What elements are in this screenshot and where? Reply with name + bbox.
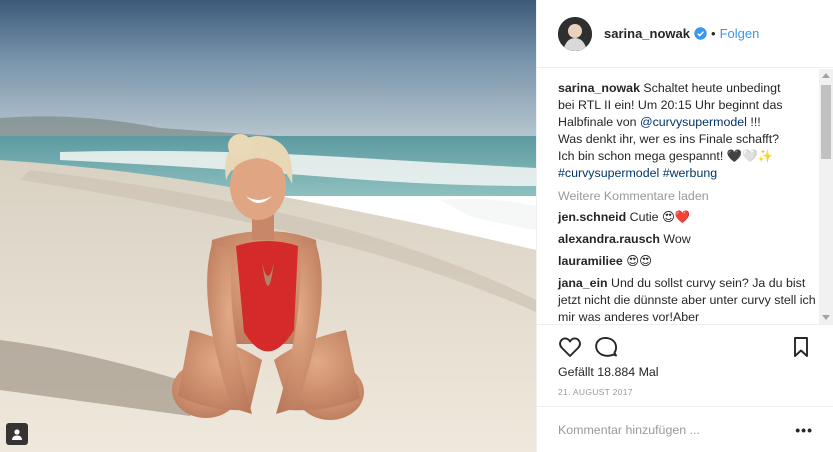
more-options-icon[interactable]: •••: [795, 422, 813, 438]
verified-badge-icon: [694, 27, 707, 40]
comment-item: jana_ein Und du sollst curvy sein? Ja du…: [558, 275, 817, 324]
like-count[interactable]: Gefällt 18.884 Mal: [558, 365, 813, 379]
mention-link[interactable]: @curvysupermodel: [640, 115, 747, 129]
comment-text: 😍😍: [626, 254, 653, 268]
scroll-down-arrow-icon[interactable]: [822, 315, 830, 320]
author-username[interactable]: sarina_nowak: [604, 26, 690, 41]
comment-item: jen.schneid Cutie 😍❤️: [558, 209, 817, 226]
post-header: sarina_nowak • Folgen: [537, 0, 833, 68]
caption-text-3: Halbfinale von: [558, 115, 637, 129]
comment-text: Cutie 😍❤️: [629, 210, 691, 224]
avatar[interactable]: [558, 16, 592, 51]
comment-username[interactable]: jen.schneid: [558, 210, 626, 224]
caption-text-2: bei RTL II ein! Um 20:15 Uhr beginnt das: [558, 98, 783, 112]
heart-icon[interactable]: [558, 335, 582, 359]
post-sidebar: sarina_nowak • Folgen sarina_nowak Schal…: [536, 0, 833, 452]
hashtag-link[interactable]: #curvysupermodel: [558, 166, 659, 180]
follow-separator: •: [711, 26, 716, 41]
caption-author[interactable]: sarina_nowak: [558, 81, 640, 95]
user-tag-icon[interactable]: [6, 423, 28, 445]
hashtag-link[interactable]: #werbung: [663, 166, 717, 180]
post-actions: Gefällt 18.884 Mal 21. AUGUST 2017: [537, 324, 833, 397]
comment-username[interactable]: lauramiliee: [558, 254, 623, 268]
comment-bubble-icon[interactable]: [594, 335, 618, 359]
caption-text-6: Ich bin schon mega gespannt! 🖤🤍✨: [558, 149, 774, 163]
comment-item: lauramiliee 😍😍: [558, 253, 817, 270]
load-more-comments[interactable]: Weitere Kommentare laden: [558, 189, 817, 203]
beach-photo: [0, 0, 536, 452]
comment-username[interactable]: alexandra.rausch: [558, 232, 660, 246]
comments-list[interactable]: sarina_nowak Schaltet heute unbedingt be…: [537, 69, 833, 324]
comment-input[interactable]: [558, 422, 796, 437]
post-caption: sarina_nowak Schaltet heute unbedingt be…: [558, 80, 817, 182]
action-icons: [558, 335, 813, 359]
follow-button[interactable]: Folgen: [720, 26, 760, 41]
comment-username[interactable]: jana_ein: [558, 276, 608, 290]
bookmark-icon[interactable]: [789, 335, 813, 359]
scrollbar-thumb[interactable]: [821, 85, 831, 159]
comments-scrollbar[interactable]: [819, 69, 833, 324]
scroll-up-arrow-icon[interactable]: [822, 73, 830, 78]
post-photo[interactable]: [0, 0, 536, 452]
caption-text-5: Was denkt ihr, wer es ins Finale schafft…: [558, 132, 780, 146]
instagram-post-view: sarina_nowak • Folgen sarina_nowak Schal…: [0, 0, 833, 452]
post-date: 21. AUGUST 2017: [558, 387, 633, 397]
add-comment-bar: •••: [537, 406, 833, 452]
comment-text: Wow: [663, 232, 691, 246]
caption-text-1: Schaltet heute unbedingt: [643, 81, 781, 95]
caption-text-4: !!!: [750, 115, 761, 129]
comment-item: alexandra.rausch Wow: [558, 231, 817, 248]
